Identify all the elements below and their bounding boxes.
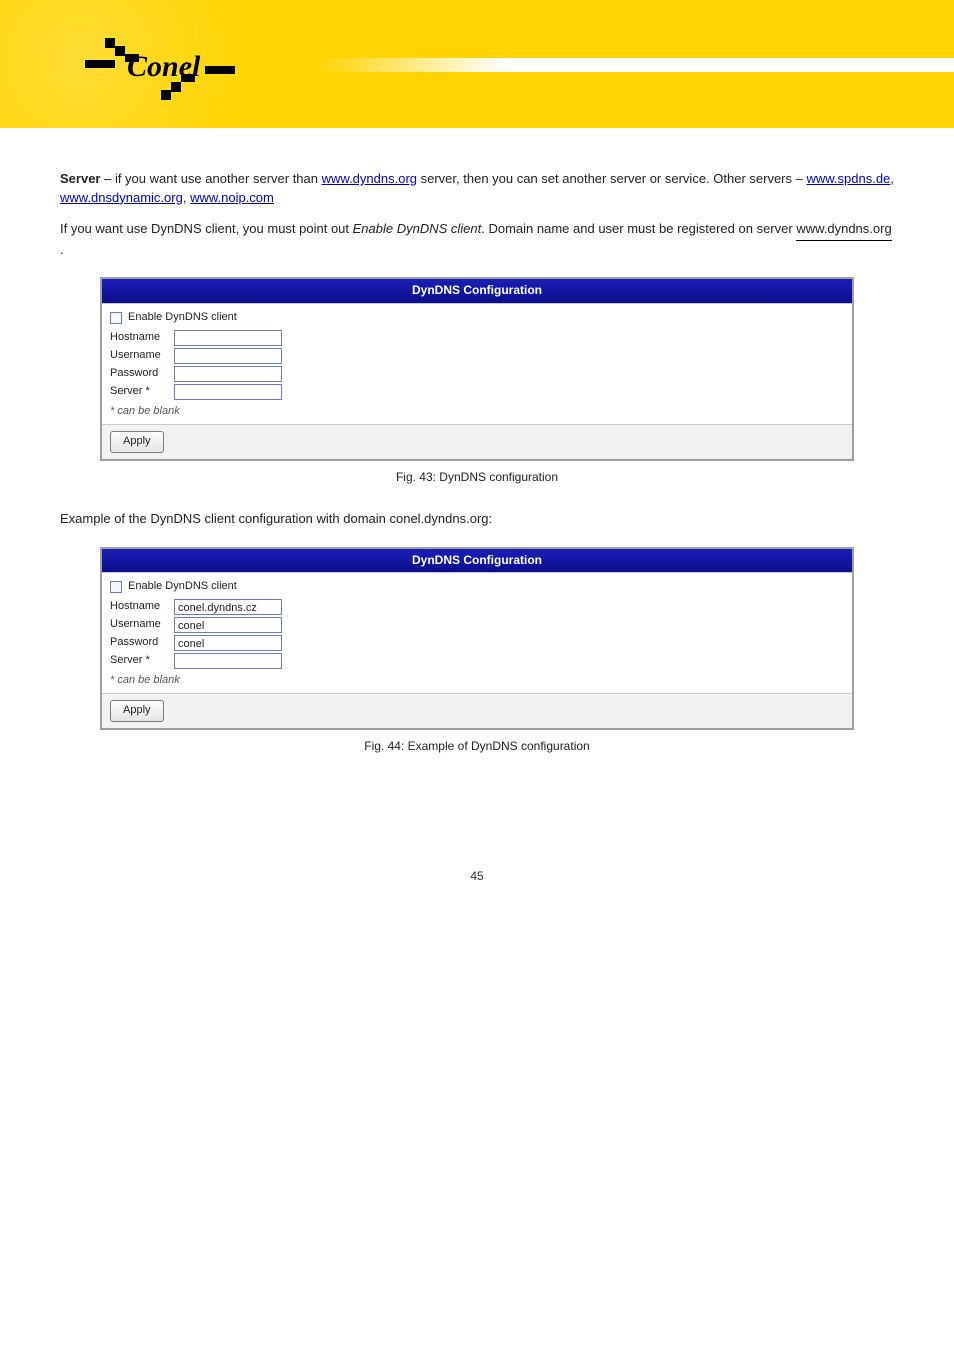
server-row: Server * [110, 384, 844, 400]
dyndns-config-panel-2: DynDNS Configuration Enable DynDNS clien… [100, 547, 854, 730]
panel-body: Enable DynDNS client Hostname conel.dynd… [102, 572, 852, 693]
link-spdns[interactable]: www.spdns.de [806, 171, 890, 186]
page-content: Server – if you want use another server … [0, 128, 954, 819]
banner-swoosh-decor [314, 58, 954, 72]
screenshot-1-wrap: DynDNS Configuration Enable DynDNS clien… [100, 277, 854, 486]
text-fragment: . Domain name and user must be registere… [481, 221, 796, 236]
text-fragment: server, then you can set another server … [417, 171, 806, 186]
logo-text: Conel [127, 50, 200, 84]
text-fragment: , [890, 171, 894, 186]
username-row: Username conel [110, 617, 844, 633]
enable-instruction-paragraph: If you want use DynDNS client, you must … [60, 220, 894, 260]
text-fragment: If you want use DynDNS client, you must … [60, 221, 353, 236]
server-input[interactable] [174, 384, 282, 400]
enable-row: Enable DynDNS client [110, 310, 844, 326]
blank-note: * can be blank [110, 404, 844, 420]
server-label: Server * [110, 653, 168, 669]
hostname-label: Hostname [110, 599, 168, 615]
enable-checkbox[interactable] [110, 581, 122, 593]
username-input[interactable]: conel [174, 617, 282, 633]
italic-enable-client: Enable DynDNS client [353, 221, 482, 236]
panel-footer: Apply [102, 424, 852, 459]
hostname-row: Hostname conel.dyndns.cz [110, 599, 844, 615]
conel-logo: Conel [85, 28, 255, 100]
hostname-label: Hostname [110, 330, 168, 346]
link-noip[interactable]: www.noip.com [190, 190, 274, 205]
password-input[interactable] [174, 366, 282, 382]
text-fragment: . [60, 242, 64, 257]
panel-footer: Apply [102, 693, 852, 728]
server-input[interactable] [174, 653, 282, 669]
panel-body: Enable DynDNS client Hostname Username P… [102, 303, 852, 424]
username-label: Username [110, 617, 168, 633]
link-dnsdynamic[interactable]: www.dnsdynamic.org [60, 190, 183, 205]
blank-note: * can be blank [110, 673, 844, 689]
screenshot-2-wrap: DynDNS Configuration Enable DynDNS clien… [100, 547, 854, 756]
ref-dyndns-underline: www.dyndns.org [796, 220, 891, 241]
text-fragment: , [183, 190, 190, 205]
password-label: Password [110, 366, 168, 382]
password-row: Password conel [110, 635, 844, 651]
hostname-row: Hostname [110, 330, 844, 346]
server-row: Server * [110, 653, 844, 669]
hostname-input[interactable]: conel.dyndns.cz [174, 599, 282, 615]
link-dyndns[interactable]: www.dyndns.org [322, 171, 417, 186]
enable-checkbox[interactable] [110, 312, 122, 324]
enable-label: Enable DynDNS client [128, 310, 237, 326]
apply-button[interactable]: Apply [110, 700, 164, 722]
dyndns-config-panel-1: DynDNS Configuration Enable DynDNS clien… [100, 277, 854, 460]
server-description-paragraph: Server – if you want use another server … [60, 170, 894, 208]
password-input[interactable]: conel [174, 635, 282, 651]
username-row: Username [110, 348, 844, 364]
server-label-bold: Server [60, 171, 100, 186]
username-input[interactable] [174, 348, 282, 364]
figure-caption-44: Fig. 44: Example of DynDNS configuration [100, 738, 854, 755]
figure-caption-43: Fig. 43: DynDNS configuration [100, 469, 854, 486]
panel-title: DynDNS Configuration [102, 279, 852, 302]
example-lead: Example of the DynDNS client configurati… [60, 510, 894, 529]
text-fragment: – if you want use another server than [100, 171, 321, 186]
enable-label: Enable DynDNS client [128, 579, 237, 595]
password-row: Password [110, 366, 844, 382]
top-banner: Conel [0, 0, 954, 128]
password-label: Password [110, 635, 168, 651]
apply-button[interactable]: Apply [110, 431, 164, 453]
enable-row: Enable DynDNS client [110, 579, 844, 595]
username-label: Username [110, 348, 168, 364]
hostname-input[interactable] [174, 330, 282, 346]
server-label: Server * [110, 384, 168, 400]
page-number: 45 [0, 819, 954, 903]
panel-title: DynDNS Configuration [102, 549, 852, 572]
